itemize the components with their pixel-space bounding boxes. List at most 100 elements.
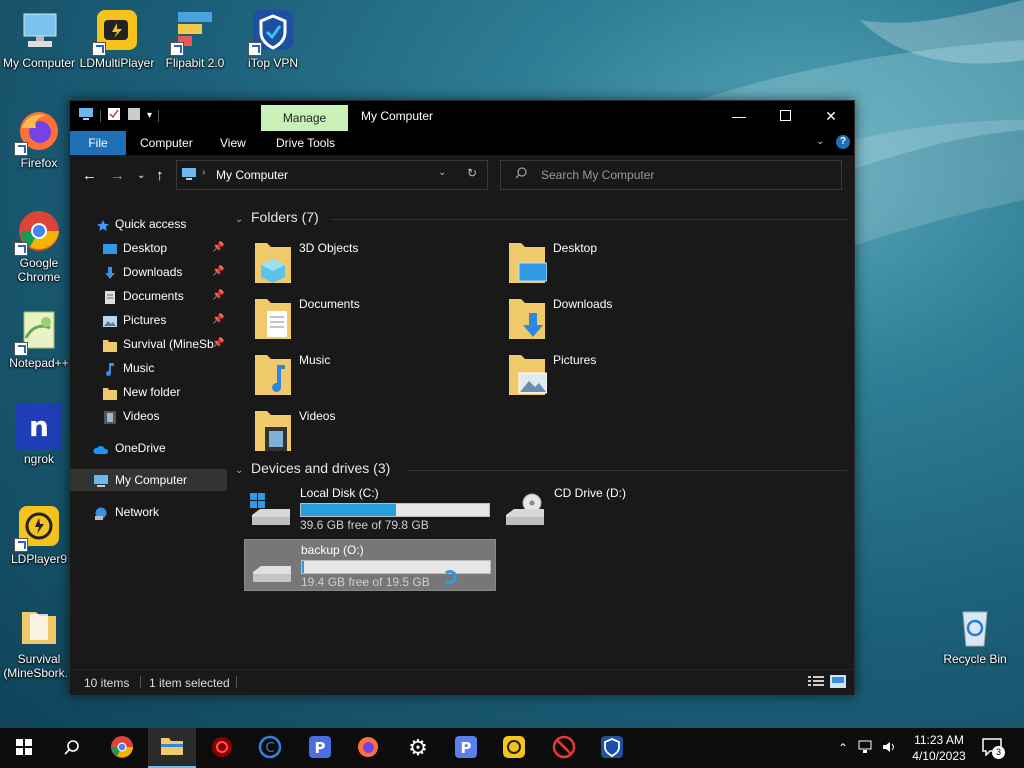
address-dropdown-icon[interactable]: ⌄: [438, 167, 446, 178]
firefox-icon: [356, 735, 380, 762]
nav-item-videos[interactable]: Videos: [70, 405, 227, 427]
desktop-icon-notepad-plus-plus[interactable]: Notepad++: [0, 308, 78, 370]
desktop-icon-ngrok[interactable]: n ngrok: [0, 404, 78, 466]
taskbar-ldplayer[interactable]: [490, 728, 538, 768]
close-button[interactable]: ✕: [808, 101, 854, 131]
folder-pictures[interactable]: Pictures: [507, 349, 747, 401]
back-arrow-icon[interactable]: ←: [82, 167, 97, 184]
tab-file[interactable]: File: [70, 131, 126, 155]
nav-item-desktop[interactable]: Desktop 📌: [70, 237, 227, 259]
start-button[interactable]: [0, 728, 48, 768]
pin-icon[interactable]: 📌: [212, 261, 224, 283]
nav-item-onedrive[interactable]: OneDrive: [70, 437, 227, 459]
nav-item-network[interactable]: Network: [70, 501, 227, 523]
nav-item-survival[interactable]: Survival (MineSb 📌: [70, 333, 227, 355]
folder-downloads[interactable]: Downloads: [507, 293, 747, 345]
nav-item-my-computer[interactable]: My Computer: [70, 469, 227, 491]
search-button[interactable]: [48, 728, 96, 768]
search-icon: [515, 167, 527, 182]
nav-item-label: New folder: [123, 385, 181, 399]
desktop-icon-survival[interactable]: Survival (MineSbork...: [0, 604, 78, 680]
drive-backup-o[interactable]: backup (O:) 19.4 GB free of 19.5 GB: [244, 539, 496, 591]
customize-quick-access-icon[interactable]: ▾: [147, 110, 152, 121]
folder-3d-objects[interactable]: 3D Objects: [253, 237, 493, 289]
pin-icon[interactable]: 📌: [212, 309, 224, 331]
desktop-icon-flipabit[interactable]: Flipabit 2.0: [156, 8, 234, 70]
folder-music[interactable]: Music: [253, 349, 493, 401]
desktop-icon-ldplayer9[interactable]: LDPlayer9: [0, 504, 78, 566]
tab-manage[interactable]: Manage: [261, 105, 348, 131]
folder-videos[interactable]: Videos: [253, 405, 493, 457]
expand-ribbon-icon[interactable]: ⌄: [816, 136, 824, 147]
refresh-icon[interactable]: ↻: [467, 166, 477, 180]
content-area: ⌄ Folders (7) 3D Objects Desktop Document…: [227, 195, 854, 669]
maximize-button[interactable]: [762, 101, 808, 131]
nav-item-downloads[interactable]: Downloads 📌: [70, 261, 227, 283]
taskbar-app-blocked[interactable]: [540, 728, 588, 768]
group-header-folders[interactable]: ⌄ Folders (7): [235, 209, 319, 225]
desktop-icon-google-chrome[interactable]: Google Chrome: [0, 208, 78, 284]
nav-item-new-folder[interactable]: New folder: [70, 381, 227, 403]
tab-view[interactable]: View: [206, 131, 260, 155]
tab-drive-tools[interactable]: Drive Tools: [262, 131, 349, 155]
desktop-icon-ldmultiplayer[interactable]: LDMultiPlayer: [78, 8, 156, 70]
clock[interactable]: 11:23 AM 4/10/2023: [908, 732, 970, 764]
group-header-devices[interactable]: ⌄ Devices and drives (3): [235, 460, 390, 476]
folder-icon: [103, 337, 117, 352]
nav-item-pictures[interactable]: Pictures 📌: [70, 309, 227, 331]
pin-icon[interactable]: 📌: [212, 285, 224, 307]
drive-usage-fill: [301, 504, 396, 516]
desktop-icon-recycle-bin[interactable]: Recycle Bin: [936, 604, 1014, 666]
address-bar[interactable]: › My Computer ⌄ ↻: [176, 160, 488, 190]
large-icons-view-icon[interactable]: [830, 675, 846, 691]
drive-free-space: 19.4 GB free of 19.5 GB: [301, 575, 430, 589]
ldplayer9-icon: [14, 504, 62, 552]
minimize-button[interactable]: —: [716, 101, 762, 131]
taskbar-app-p2[interactable]: P: [442, 728, 490, 768]
breadcrumb-current[interactable]: My Computer: [216, 168, 288, 182]
taskbar-itop-vpn[interactable]: [588, 728, 636, 768]
taskbar-app-p[interactable]: P: [296, 728, 344, 768]
taskbar-settings[interactable]: ⚙: [394, 728, 442, 768]
c-app-icon: C: [258, 735, 282, 762]
taskbar-chrome[interactable]: [98, 728, 146, 768]
network-status-icon[interactable]: [858, 740, 874, 757]
taskbar-firefox[interactable]: [344, 728, 392, 768]
search-input[interactable]: Search My Computer: [500, 160, 842, 190]
recent-locations-icon[interactable]: ⌄: [137, 170, 145, 181]
folder-documents[interactable]: Documents: [253, 293, 493, 345]
desktop-icon-label: Survival (MineSbork...: [3, 652, 75, 680]
desktop-icon-my-computer[interactable]: My Computer: [0, 8, 78, 70]
new-folder-icon[interactable]: [127, 107, 141, 124]
address-row: ← → ⌄ ↑ › My Computer ⌄ ↻ Search My Comp…: [70, 155, 854, 195]
folder-name: Downloads: [553, 297, 613, 311]
desktop-icon-firefox[interactable]: Firefox: [0, 108, 78, 170]
properties-icon[interactable]: [107, 107, 121, 124]
pin-icon[interactable]: 📌: [212, 237, 224, 259]
notification-center-button[interactable]: 3: [982, 738, 1005, 759]
help-icon[interactable]: ?: [836, 135, 850, 149]
notepad-plus-plus-icon: [14, 308, 62, 356]
forward-arrow-icon[interactable]: →: [110, 167, 125, 184]
drive-name: CD Drive (D:): [554, 486, 626, 500]
desktop-icon-itop-vpn[interactable]: iTop VPN: [234, 8, 312, 70]
nav-item-music[interactable]: Music: [70, 357, 227, 379]
folder-desktop[interactable]: Desktop: [507, 237, 747, 289]
nav-item-documents[interactable]: Documents 📌: [70, 285, 227, 307]
drive-usage-bar: [300, 503, 490, 517]
nav-item-quick-access[interactable]: Quick access: [70, 213, 227, 235]
tab-computer[interactable]: Computer: [126, 131, 207, 155]
taskbar-app-c[interactable]: C: [246, 728, 294, 768]
drive-cd-d[interactable]: CD Drive (D:): [498, 483, 748, 533]
shortcut-arrow-icon: [14, 142, 28, 156]
p-app-icon: P: [308, 735, 332, 762]
taskbar-app-red[interactable]: [198, 728, 246, 768]
drive-local-disk-c[interactable]: Local Disk (C:) 39.6 GB free of 79.8 GB: [244, 483, 494, 533]
pin-icon[interactable]: 📌: [212, 333, 224, 355]
up-arrow-icon[interactable]: ↑: [156, 167, 164, 184]
volume-icon[interactable]: [882, 740, 898, 757]
taskbar-file-explorer[interactable]: [148, 728, 196, 768]
folder-icon: [16, 604, 62, 650]
details-view-icon[interactable]: [808, 675, 824, 691]
show-hidden-icons-chevron-icon[interactable]: ⌃: [838, 741, 848, 755]
